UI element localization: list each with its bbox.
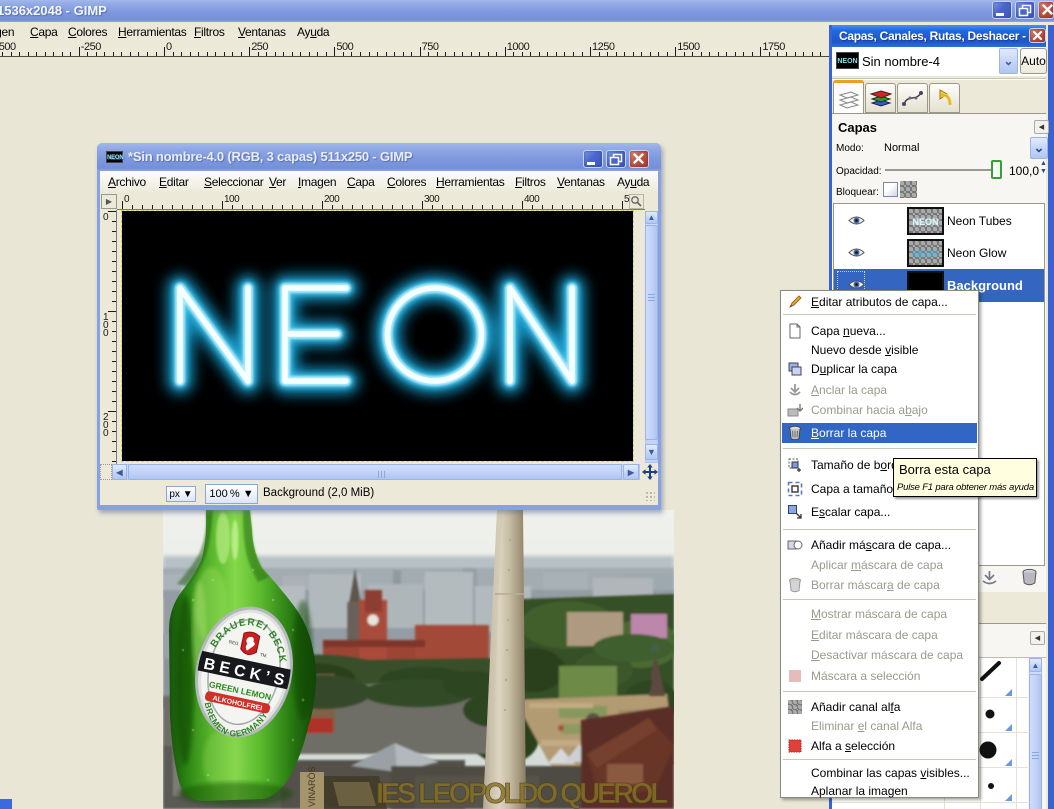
svg-text:VINARÒS: VINARÒS xyxy=(307,766,317,807)
svg-text:IES LEOPOLDO QUEROL: IES LEOPOLDO QUEROL xyxy=(376,778,668,809)
